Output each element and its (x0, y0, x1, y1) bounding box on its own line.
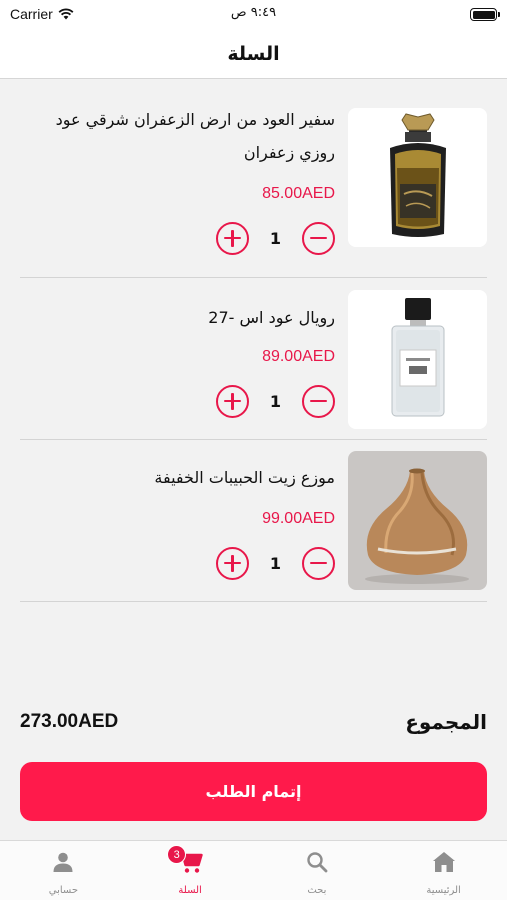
product-price: 99.00AED (262, 510, 335, 527)
tab-cart[interactable]: 3 السلة (127, 841, 254, 900)
tab-bar: حسابي 3 السلة بحث الرئيسية (0, 840, 507, 900)
checkout-button-label: إتمام الطلب (205, 782, 302, 801)
perfume-bottle-gold-icon (348, 108, 487, 247)
diffuser-icon (348, 451, 487, 590)
home-icon (431, 849, 457, 875)
product-price: 89.00AED (262, 348, 335, 365)
product-name[interactable]: موزع زيت الحبيبات الخفيفة (15, 461, 335, 494)
product-image[interactable] (348, 451, 487, 590)
total-label: المجموع (405, 710, 487, 734)
tab-search[interactable]: بحث (254, 841, 381, 900)
tab-label: الرئيسية (426, 885, 461, 896)
cart-item: موزع زيت الحبيبات الخفيفة 99.00AED 1 (0, 440, 507, 602)
product-image[interactable] (348, 108, 487, 247)
page-title: السلة (227, 43, 280, 65)
product-image[interactable] (348, 290, 487, 429)
increase-quantity-button[interactable] (216, 221, 249, 255)
decrease-quantity-button[interactable] (302, 546, 335, 580)
product-name[interactable]: سفير العود من ارض الزعفران شرقي عود روزي… (15, 103, 335, 169)
cart-total: 273.00AED المجموع (20, 705, 487, 739)
quantity-value: 1 (269, 553, 282, 573)
battery-icon (470, 8, 500, 21)
cart-item: سفير العود من ارض الزعفران شرقي عود روزي… (0, 80, 507, 278)
product-name[interactable]: رويال عود اس -27 (15, 301, 335, 334)
nav-header: السلة (0, 30, 507, 79)
cart-icon: 3 (167, 845, 203, 875)
product-price: 85.00AED (262, 185, 335, 202)
status-bar: Carrier ٩:٤٩ ص (0, 0, 507, 30)
increase-quantity-button[interactable] (216, 546, 249, 580)
quantity-stepper: 1 (216, 546, 335, 580)
quantity-stepper: 1 (216, 384, 335, 418)
total-value: 273.00AED (20, 711, 119, 732)
increase-quantity-button[interactable] (216, 384, 249, 418)
person-icon (50, 849, 76, 875)
checkout-button[interactable]: إتمام الطلب (20, 762, 487, 821)
decrease-quantity-button[interactable] (302, 384, 335, 418)
quantity-value: 1 (269, 391, 282, 411)
cart-count-badge: 3 (167, 845, 187, 864)
decrease-quantity-button[interactable] (302, 221, 335, 255)
status-time: ٩:٤٩ ص (230, 5, 277, 20)
divider (20, 601, 487, 602)
quantity-stepper: 1 (216, 221, 335, 255)
tab-label: حسابي (48, 885, 79, 896)
tab-label: بحث (307, 885, 327, 896)
quantity-value: 1 (269, 228, 282, 248)
cart-item: رويال عود اس -27 89.00AED 1 (0, 278, 507, 440)
search-icon (304, 849, 330, 875)
tab-home[interactable]: الرئيسية (380, 841, 507, 900)
tab-account[interactable]: حسابي (0, 841, 127, 900)
tab-label: السلة (178, 885, 202, 896)
perfume-bottle-clear-icon (348, 290, 487, 429)
